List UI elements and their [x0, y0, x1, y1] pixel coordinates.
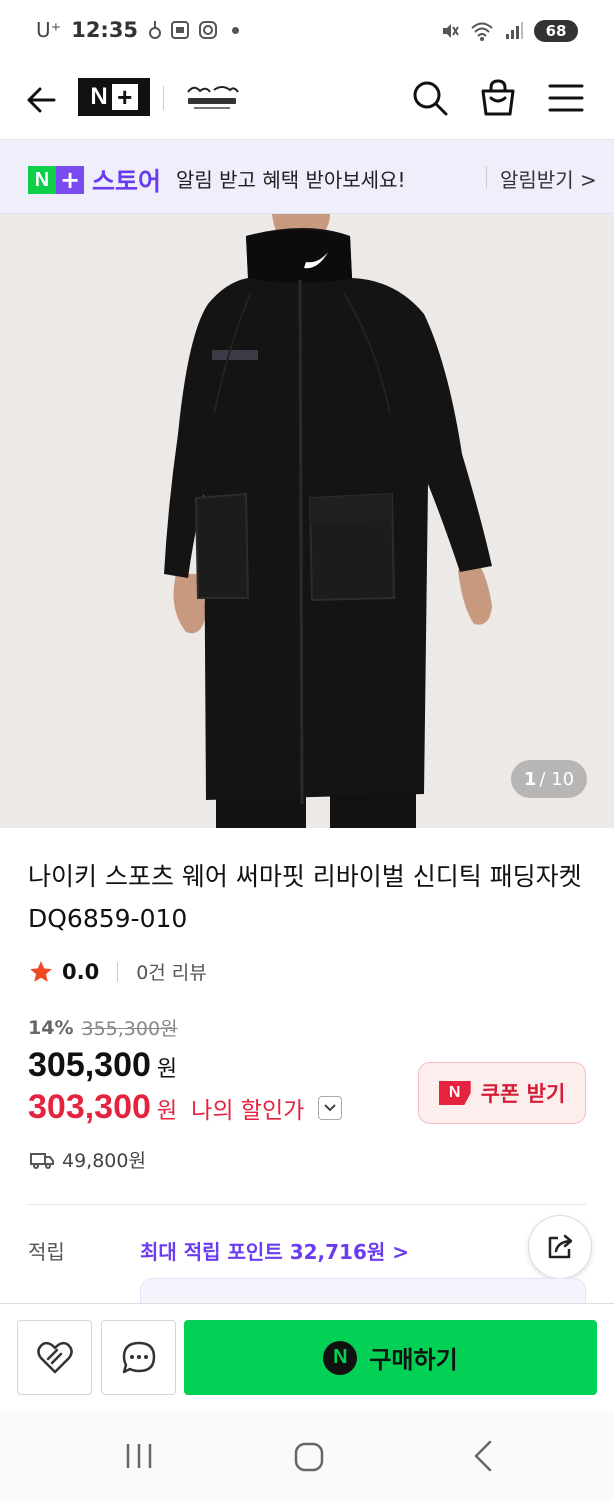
- share-icon: [548, 1234, 573, 1259]
- notification-banner[interactable]: N + 스토어 알림 받고 혜택 받아보세요! 알림받기 >: [0, 140, 614, 214]
- app-header: N +: [0, 64, 614, 140]
- n-icon: N: [28, 166, 56, 194]
- search-button[interactable]: [408, 76, 452, 120]
- chat-bubble-icon: [122, 1341, 155, 1373]
- my-discount-label: 나의 할인가: [191, 1098, 305, 1124]
- discount-row: 14% 355,300원: [28, 1014, 178, 1041]
- delivery-truck-icon: [30, 1152, 54, 1169]
- store-label: 스토어: [92, 167, 162, 196]
- chevron-down-icon: [324, 1103, 336, 1111]
- review-count: 0건 리뷰: [136, 962, 207, 984]
- instagram-icon: [199, 21, 218, 39]
- system-back-button[interactable]: [466, 1439, 500, 1473]
- battery-indicator: 68: [534, 20, 578, 42]
- subscribe-alert-link[interactable]: 알림받기 >: [500, 164, 597, 193]
- padded-coat-image: [0, 214, 614, 828]
- notification-dot-icon: [232, 26, 240, 34]
- brand-logo[interactable]: [184, 82, 240, 112]
- coupon-button[interactable]: N 쿠폰 받기: [418, 1062, 586, 1124]
- gallery-page-indicator: 1 / 10: [511, 760, 587, 798]
- section-divider: [28, 1204, 586, 1205]
- original-price: 355,300원: [81, 1018, 178, 1040]
- star-icon: [30, 960, 52, 982]
- screenshot-icon: [171, 21, 190, 39]
- sale-price-row: 305,300 원: [28, 1046, 177, 1085]
- banner-divider: [486, 166, 487, 188]
- back-button[interactable]: [22, 80, 62, 120]
- discount-rate: 14%: [28, 1016, 74, 1039]
- wifi-icon: [471, 22, 493, 41]
- naver-coupon-icon: N: [438, 1081, 471, 1105]
- recent-apps-button[interactable]: [122, 1441, 156, 1471]
- shipping-fee: 49,800원: [62, 1150, 146, 1172]
- plus-icon: +: [56, 166, 84, 194]
- system-navigation-bar: [0, 1411, 614, 1500]
- recent-apps-icon: [126, 1444, 152, 1468]
- my-discount-price-row: 303,300 원 나의 할인가: [28, 1088, 343, 1127]
- buy-now-label: 구매하기: [369, 1346, 458, 1374]
- share-button[interactable]: [528, 1215, 592, 1279]
- rating-row[interactable]: 0.0 0건 리뷰: [28, 958, 207, 985]
- plus-icon: +: [111, 84, 138, 110]
- talk-talk-button[interactable]: [101, 1320, 176, 1395]
- nplus-store-logo: N + 스토어: [28, 162, 161, 198]
- menu-button[interactable]: [544, 76, 588, 120]
- header-divider: [163, 86, 164, 110]
- carrier-label: U⁺: [36, 18, 62, 42]
- clock: 12:35: [71, 18, 139, 42]
- signal-icon: [506, 22, 523, 39]
- sale-price: 305,300: [28, 1046, 151, 1084]
- status-bar: U⁺ 12:35 68: [0, 0, 614, 64]
- naver-pay-icon: N: [323, 1340, 358, 1375]
- max-points-link[interactable]: 최대 적립 포인트 32,716원 >: [140, 1236, 409, 1265]
- my-price-expand-button[interactable]: [318, 1095, 343, 1120]
- coupon-label: 쿠폰 받기: [480, 1082, 566, 1106]
- price-unit: 원: [156, 1057, 178, 1082]
- cart-button[interactable]: [476, 76, 520, 120]
- product-image[interactable]: 1 / 10: [0, 214, 614, 828]
- mute-icon: [443, 24, 459, 38]
- rating-value: 0.0: [62, 959, 100, 984]
- my-discount-price: 303,300: [28, 1088, 151, 1126]
- heart-icon: [36, 1341, 73, 1373]
- product-title: 나이키 스포츠 웨어 써마핏 리바이벌 신디틱 패딩자켓 DQ6859-010: [28, 862, 582, 933]
- chevron-left-icon: [474, 1440, 492, 1472]
- search-icon: [413, 81, 448, 116]
- arrow-left-icon: [27, 87, 56, 113]
- home-button[interactable]: [292, 1441, 326, 1473]
- rating-divider: [117, 961, 119, 982]
- nfc-icon: [149, 21, 162, 39]
- hamburger-menu-icon: [548, 84, 584, 112]
- banner-message: 알림 받고 혜택 받아보세요!: [176, 168, 406, 192]
- points-row: 적립 최대 적립 포인트 32,716원 >: [28, 1236, 586, 1266]
- wishlist-button[interactable]: [17, 1320, 92, 1395]
- shipping-row: 49,800원: [30, 1146, 146, 1173]
- buy-now-button[interactable]: N 구매하기: [184, 1320, 597, 1395]
- shopping-bag-icon: [481, 79, 515, 116]
- purchase-bar: N 구매하기: [0, 1303, 614, 1411]
- home-icon: [294, 1442, 324, 1472]
- points-label: 적립: [28, 1240, 65, 1264]
- nplus-logo[interactable]: N +: [78, 78, 150, 116]
- my-price-unit: 원: [156, 1099, 178, 1124]
